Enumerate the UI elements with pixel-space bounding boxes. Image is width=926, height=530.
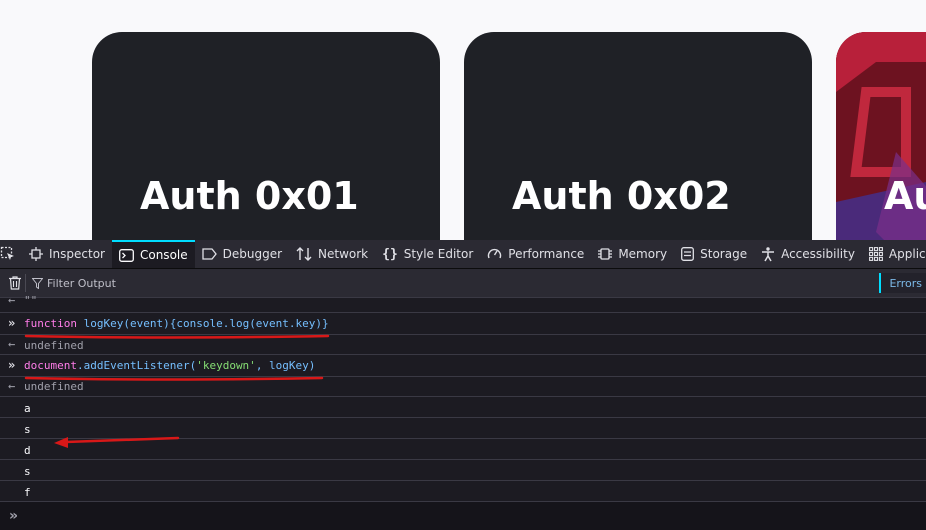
code-tail: , logKey) [255,359,316,372]
tab-performance[interactable]: Performance [480,240,591,268]
console-input[interactable]: » [0,502,926,530]
console-icon [119,248,134,262]
log-value: f [24,486,31,499]
tab-storage[interactable]: Storage [674,240,754,268]
network-icon [296,247,312,261]
tab-application[interactable]: Applicatio [862,240,926,268]
filter-icon [32,277,43,289]
console-result-row: ← undefined [0,335,926,355]
code-string: 'keydown' [196,359,256,372]
card-title: Au [884,174,926,218]
result-arrow-icon: ← [8,337,16,351]
tab-inspector[interactable]: Inspector [22,240,112,268]
tab-label: Console [139,248,188,262]
result-value: "" [24,294,38,307]
result-arrow-icon: ← [8,379,16,393]
log-value: d [24,444,31,457]
devtools-toolbar: Inspector Console Debugger Network {} St… [0,240,926,269]
console-result-row: ← undefined [0,377,926,397]
application-icon [868,247,883,261]
tab-label: Memory [618,247,668,261]
debugger-icon [201,248,217,260]
console-command: document.addEventListener('keydown', log… [24,359,315,372]
tab-label: Accessibility [781,247,855,261]
log-value: s [24,423,31,436]
tab-label: Applicatio [888,247,926,261]
trash-icon[interactable] [9,276,21,290]
performance-icon [488,248,502,259]
tab-network[interactable]: Network [289,240,375,268]
style-editor-icon: {} [382,246,398,262]
code-function-name: logKey [83,317,124,330]
devtools-panel: Inspector Console Debugger Network {} St… [0,240,926,530]
memory-icon [598,248,613,260]
challenge-card[interactable]: Au [836,32,926,240]
code-rest: (event){console.log(event.key)} [123,317,329,330]
console-log-row: d [0,439,926,460]
element-picker-button[interactable] [0,240,22,268]
console-output: ← "" » function logKey(event){console.lo… [0,293,926,502]
storage-icon [681,247,695,261]
code-keyword: function [24,317,77,330]
tab-label: Performance [508,247,585,261]
errors-label: Errors [889,276,922,290]
tab-label: Network [318,247,369,261]
card-title: Auth 0x02 [512,174,731,218]
console-input-row: » function logKey(event){console.log(eve… [0,313,926,335]
console-filter-bar: Filter Output Errors [0,269,926,298]
tab-console[interactable]: Console [111,240,195,268]
challenge-card[interactable]: Auth 0x01 [92,32,440,240]
result-arrow-icon: ← [8,293,16,307]
console-command: function logKey(event){console.log(event… [24,317,329,330]
console-input-row: » document.addEventListener('keydown', l… [0,355,926,377]
console-log-row: s [0,418,926,439]
input-chevron-icon: » [8,358,16,372]
code-method: .addEventListener( [76,359,197,372]
divider [25,274,26,292]
challenge-card[interactable]: Auth 0x02 [464,32,812,240]
webpage-area: Auth 0x01 Auth 0x02 Au [0,0,926,240]
errors-filter-button[interactable]: Errors [879,273,926,293]
result-value: undefined [24,380,84,393]
tab-accessibility[interactable]: Accessibility [754,240,862,268]
tab-label: Storage [700,247,748,261]
console-log-row: f [0,481,926,502]
tab-label: Debugger [222,247,283,261]
log-value: a [24,402,31,415]
tab-memory[interactable]: Memory [591,240,674,268]
inspector-icon [29,247,43,261]
tab-style-editor[interactable]: {} Style Editor [375,240,480,268]
input-chevron-icon: » [8,316,16,330]
card-title: Auth 0x01 [140,174,359,218]
log-value: s [24,465,31,478]
accessibility-icon [762,246,775,261]
tab-debugger[interactable]: Debugger [195,240,289,268]
tab-label: Style Editor [403,247,474,261]
code-object: document [24,359,77,372]
console-result-row: ← "" [0,293,926,313]
console-log-row: a [0,397,926,418]
result-value: undefined [24,339,84,352]
console-log-row: s [0,460,926,481]
tab-label: Inspector [49,247,105,261]
element-picker-icon [0,246,14,260]
filter-input[interactable]: Filter Output [47,277,116,290]
input-chevron-icon: » [9,508,19,524]
